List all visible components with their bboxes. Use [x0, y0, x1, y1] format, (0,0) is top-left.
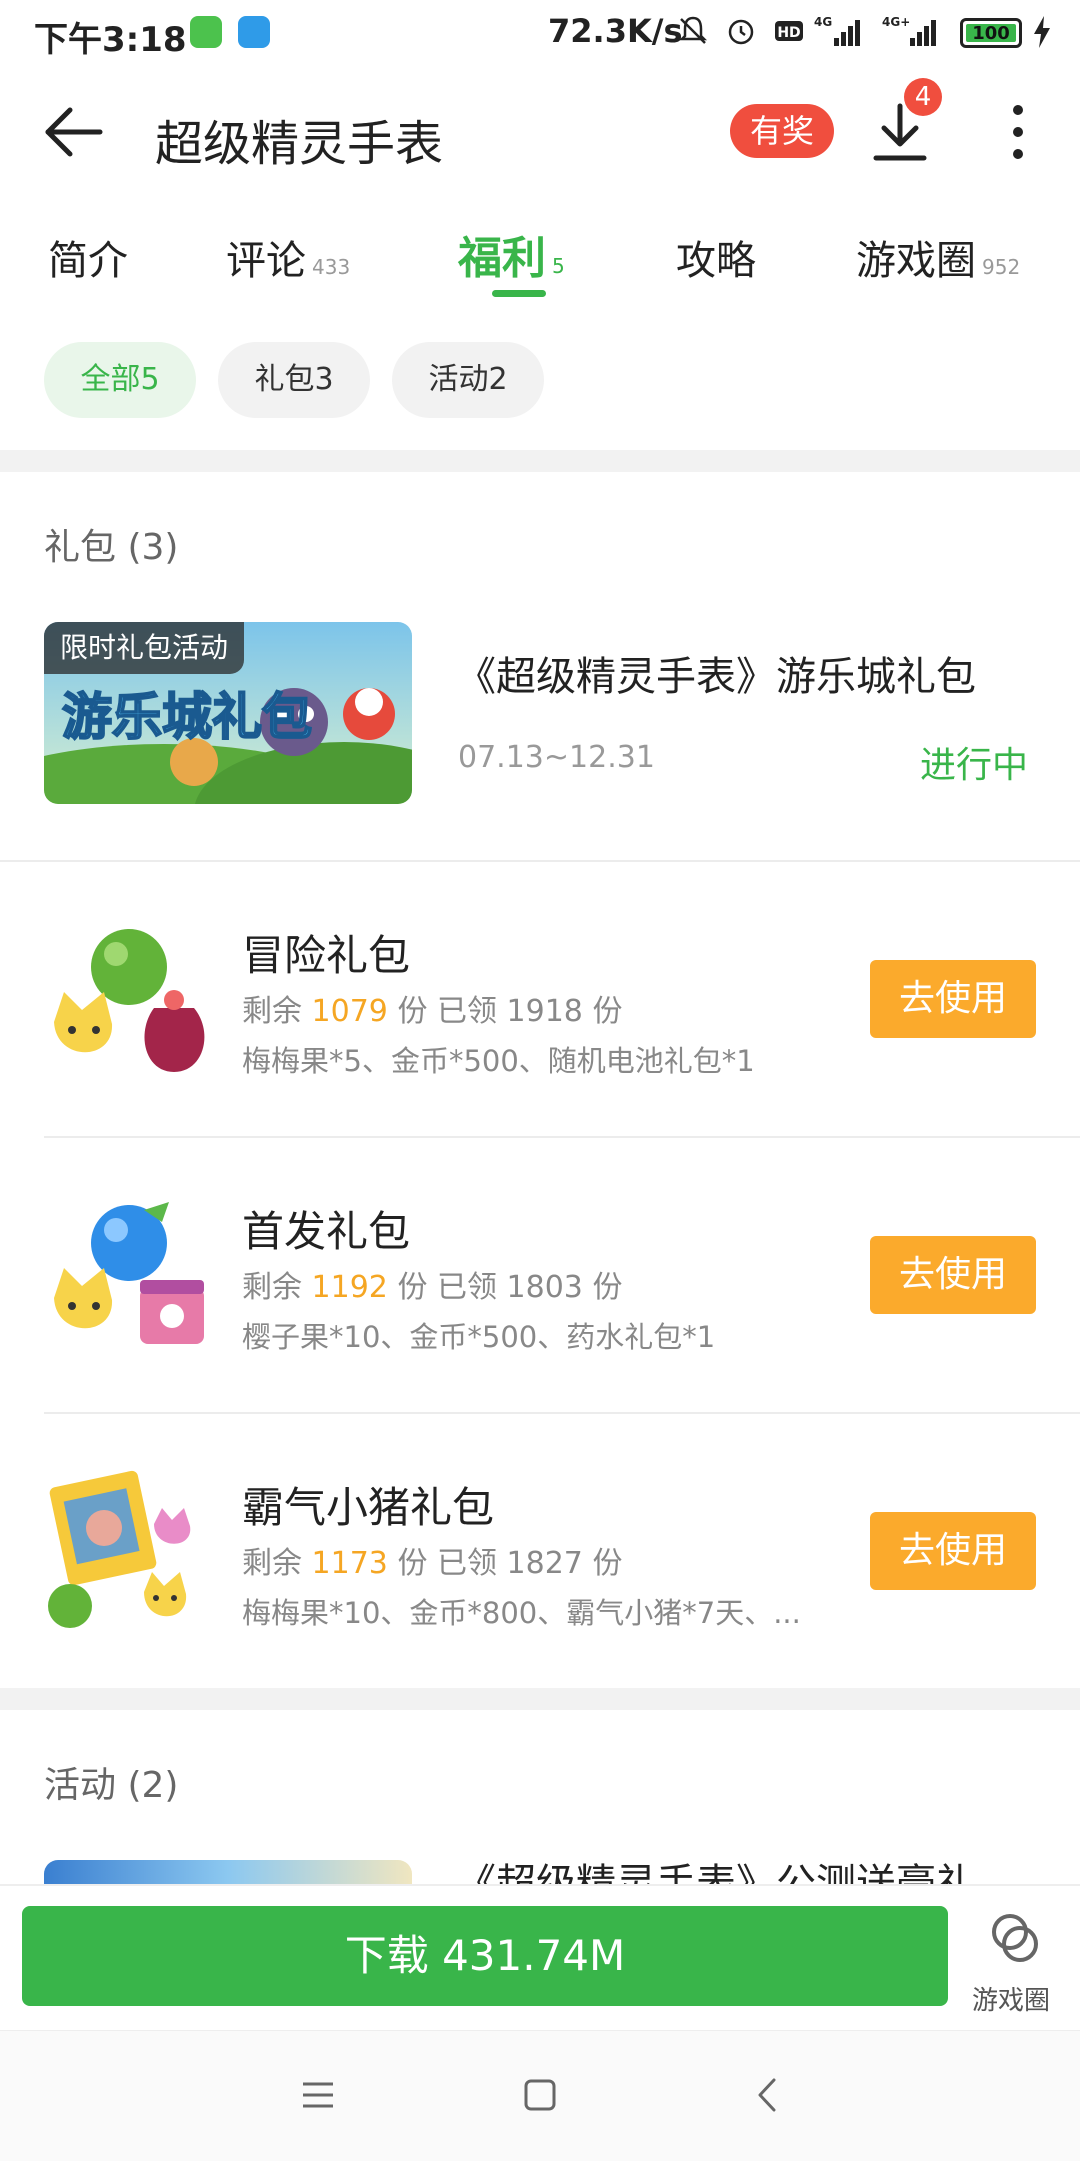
tab-label: 攻略: [676, 238, 756, 284]
remain-count: 1192: [311, 1270, 388, 1305]
unit: 份: [397, 994, 428, 1029]
activity-title[interactable]: 《超级精灵手表》公测送豪礼: [456, 1848, 976, 1884]
claimed-label: 已领: [437, 1546, 497, 1581]
home-icon[interactable]: [522, 2077, 558, 2113]
tab-count: 433: [312, 255, 351, 279]
filter-gift-chip[interactable]: 礼包3: [218, 342, 370, 418]
remain-count: 1173: [311, 1546, 388, 1581]
tab-count: 5: [552, 254, 565, 278]
network-speed: 72.3K/s: [548, 12, 683, 50]
filter-activity-chip[interactable]: 活动2: [392, 342, 544, 418]
tab-label: 游戏圈: [856, 238, 976, 284]
tab-count: 952: [982, 255, 1021, 279]
tab-benefits[interactable]: 福利 5: [458, 222, 565, 286]
download-button[interactable]: 下载 431.74M: [22, 1906, 948, 2006]
gift-stock-line: 剩余 1079 份 已领 1918 份: [242, 986, 622, 1030]
claimed-count: 1827: [506, 1546, 583, 1581]
tab-label: 评论: [226, 238, 306, 284]
system-nav-bar: [0, 2030, 1080, 2161]
status-bar: 下午3:18 72.3K/s HD 4G 4G+ 100: [0, 0, 1080, 66]
claimed-label: 已领: [437, 994, 497, 1029]
use-gift-button[interactable]: 去使用: [870, 1236, 1036, 1314]
gift-description: 樱子果*10、金币*500、药水礼包*1: [242, 1320, 716, 1354]
more-menu-icon[interactable]: [1002, 100, 1034, 164]
unit: 份: [592, 1546, 623, 1581]
filter-all-chip[interactable]: 全部5: [44, 342, 196, 418]
event-status: 进行中: [920, 745, 1029, 786]
back-arrow-icon[interactable]: [40, 104, 104, 160]
event-banner-image[interactable]: 游乐城礼包 限时礼包活动: [44, 622, 412, 804]
tab-label: 福利: [458, 233, 546, 284]
gift-description: 梅梅果*10、金币*800、霸气小猪*7天、...: [242, 1596, 801, 1630]
unit: 份: [592, 994, 623, 1029]
download-count-badge: 4: [904, 78, 942, 116]
game-circle-label[interactable]: 游戏圈: [972, 1980, 1050, 2017]
app-notification-icon: [190, 16, 222, 48]
remain-label: 剩余: [242, 994, 302, 1029]
gift-name: 首发礼包: [242, 1207, 411, 1256]
activity-section-heading: 活动 (2): [44, 1765, 179, 1806]
limited-event-tag: 限时礼包活动: [44, 622, 245, 674]
tab-intro[interactable]: 简介: [48, 228, 134, 286]
event-title[interactable]: 《超级精灵手表》游乐城礼包: [456, 644, 976, 702]
menu-icon[interactable]: [300, 2077, 336, 2113]
gift-section-heading: 礼包 (3): [44, 527, 179, 568]
gift-name: 冒险礼包: [242, 931, 411, 980]
active-tab-indicator: [492, 290, 546, 297]
cloud-notification-icon: [238, 16, 270, 48]
tab-guides[interactable]: 攻略: [676, 228, 762, 286]
unit: 份: [397, 1546, 428, 1581]
use-gift-button[interactable]: 去使用: [870, 1512, 1036, 1590]
signal-4g-icon: 4G: [814, 15, 860, 46]
gift-pack-icon: [48, 1470, 191, 1628]
svg-text:4G: 4G: [814, 15, 832, 29]
activity-banner-image[interactable]: [44, 1860, 412, 1884]
svg-text:4G+: 4G+: [882, 15, 910, 29]
prize-badge[interactable]: 有奖: [730, 104, 834, 158]
unit: 份: [592, 1270, 623, 1305]
banner-title: 游乐城礼包: [62, 688, 312, 746]
remain-count: 1079: [311, 994, 388, 1029]
page-title: 超级精灵手表: [155, 116, 444, 172]
game-circle-icon[interactable]: [986, 1910, 1042, 1966]
charging-icon: [1034, 16, 1050, 48]
gift-row-piggy[interactable]: 霸气小猪礼包 剩余 1173 份 已领 1827 份 梅梅果*10、金币*800…: [0, 1414, 1080, 1688]
claimed-label: 已领: [437, 1270, 497, 1305]
gift-row-adventure[interactable]: 冒险礼包 剩余 1079 份 已领 1918 份 梅梅果*5、金币*500、随机…: [0, 862, 1080, 1136]
tab-label: 简介: [48, 238, 128, 284]
gift-stock-line: 剩余 1192 份 已领 1803 份: [242, 1262, 622, 1306]
remain-label: 剩余: [242, 1546, 302, 1581]
tab-comments[interactable]: 评论 433: [226, 228, 350, 286]
gift-stock-line: 剩余 1173 份 已领 1827 份: [242, 1538, 622, 1582]
claimed-count: 1918: [506, 994, 583, 1029]
signal-4g-plus-icon: 4G+: [882, 15, 936, 46]
gift-description: 梅梅果*5、金币*500、随机电池礼包*1: [242, 1044, 755, 1078]
activity-title-text: 《超级精灵手表》公测送豪礼: [456, 1861, 976, 1884]
section-divider: [0, 450, 1080, 472]
battery-level: 100: [966, 24, 1016, 44]
gift-pack-icon: [54, 1202, 204, 1344]
section-divider: [0, 1688, 1080, 1710]
alarm-icon: [728, 19, 754, 45]
tab-game-circle[interactable]: 游戏圈 952: [856, 228, 1020, 286]
gift-row-launch[interactable]: 首发礼包 剩余 1192 份 已领 1803 份 樱子果*10、金币*500、药…: [0, 1138, 1080, 1412]
gift-name: 霸气小猪礼包: [242, 1483, 495, 1532]
remain-label: 剩余: [242, 1270, 302, 1305]
claimed-count: 1803: [506, 1270, 583, 1305]
event-date: 07.13~12.31: [458, 740, 655, 775]
status-time: 下午3:18: [34, 20, 187, 60]
hd-icon: HD: [775, 21, 803, 41]
battery-icon: 100: [960, 18, 1022, 48]
unit: 份: [397, 1270, 428, 1305]
back-icon[interactable]: [752, 2077, 782, 2113]
use-gift-button[interactable]: 去使用: [870, 960, 1036, 1038]
gift-pack-icon: [54, 929, 205, 1072]
mute-bell-icon: [678, 16, 708, 44]
svg-text:HD: HD: [777, 25, 800, 41]
